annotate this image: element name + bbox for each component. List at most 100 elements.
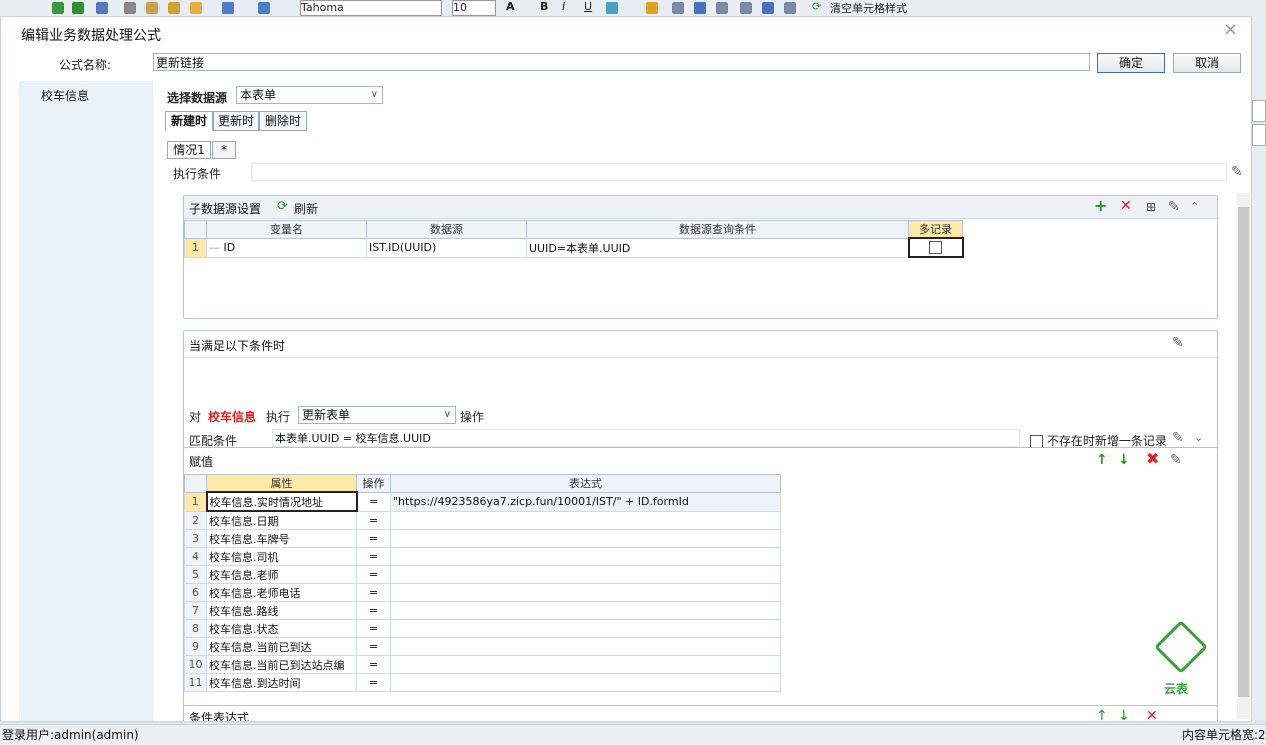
align-center-icon[interactable] xyxy=(694,2,706,14)
valign-icon[interactable] xyxy=(762,2,774,14)
table-row[interactable]: 6 校车信息.老师电话 = xyxy=(184,583,781,602)
edit-icon[interactable]: ✎ xyxy=(1231,165,1243,179)
ok-button[interactable]: 确定 xyxy=(1097,53,1165,73)
operator-cell[interactable]: = xyxy=(356,491,391,512)
table-row[interactable]: 4 校车信息.司机 = xyxy=(184,547,781,566)
attribute-cell[interactable]: 校车信息.状态 xyxy=(206,619,357,638)
expression-cell[interactable] xyxy=(390,565,781,584)
align-left-icon[interactable] xyxy=(672,2,684,14)
attribute-cell[interactable]: 校车信息.老师 xyxy=(206,565,357,584)
table-cell[interactable]: UUID=本表单.UUID xyxy=(526,237,909,258)
tab-on-update[interactable]: 更新时 xyxy=(213,111,259,131)
attribute-cell[interactable]: 校车信息.当前已到达站点编 xyxy=(206,655,357,674)
delete-icon[interactable]: ✕ xyxy=(1120,199,1132,213)
refresh-icon[interactable]: ⟳ xyxy=(277,200,288,214)
action-select[interactable]: 更新表单 ∨ xyxy=(298,406,456,424)
expression-cell[interactable] xyxy=(390,601,781,620)
table-row[interactable]: 1 — ID IST.ID(UUID) UUID=本表单.UUID xyxy=(184,237,964,258)
cancel-button[interactable]: 取消 xyxy=(1173,53,1241,73)
expression-cell[interactable] xyxy=(390,655,781,674)
paste-icon[interactable] xyxy=(168,2,180,14)
cut-icon[interactable] xyxy=(124,2,136,14)
operator-cell[interactable]: = xyxy=(356,637,391,656)
expression-cell[interactable] xyxy=(390,583,781,602)
multi-record-checkbox-cell[interactable] xyxy=(907,237,964,258)
delete-icon[interactable]: ✖ xyxy=(1146,451,1159,467)
operator-cell[interactable]: = xyxy=(356,619,391,638)
move-up-icon[interactable]: ↑ xyxy=(1096,709,1108,721)
tab-case-1[interactable]: 情况1 xyxy=(167,141,211,159)
table-row[interactable]: 1 校车信息.实时情况地址 = "https://4923586ya7.zicp.fu… xyxy=(184,491,781,512)
table-row[interactable]: 7 校车信息.路线 = xyxy=(184,601,781,620)
add-icon[interactable]: + xyxy=(1094,198,1107,214)
table-row[interactable]: 8 校车信息.状态 = xyxy=(184,619,781,638)
fill-color-icon[interactable] xyxy=(606,2,618,14)
insert-icon[interactable]: ⊞ xyxy=(1146,200,1156,214)
move-up-icon[interactable]: ↑ xyxy=(1096,453,1108,467)
attribute-cell[interactable]: 校车信息.日期 xyxy=(206,510,357,530)
edit-icon[interactable]: ✎ xyxy=(1168,200,1180,214)
expression-cell[interactable] xyxy=(390,510,781,530)
expression-cell[interactable] xyxy=(390,637,781,656)
expand-icon[interactable]: ⌄ xyxy=(1194,431,1203,445)
operator-cell[interactable]: = xyxy=(356,565,391,584)
expression-cell[interactable] xyxy=(390,619,781,638)
move-down-icon[interactable]: ↓ xyxy=(1118,453,1130,467)
format-painter-icon[interactable] xyxy=(190,2,202,14)
lock-icon[interactable] xyxy=(646,2,658,14)
attribute-cell[interactable]: 校车信息.车牌号 xyxy=(206,529,357,548)
clear-style-button[interactable]: 清空单元格样式 xyxy=(830,0,907,16)
expression-cell[interactable] xyxy=(390,547,781,566)
multi-record-checkbox[interactable] xyxy=(929,241,942,255)
edit-icon[interactable]: ✎ xyxy=(1172,336,1184,350)
expression-cell[interactable] xyxy=(390,673,781,692)
redo-icon[interactable] xyxy=(258,2,270,14)
operator-cell[interactable]: = xyxy=(356,547,391,566)
operator-cell[interactable]: = xyxy=(356,655,391,674)
italic-icon[interactable]: I xyxy=(562,0,565,13)
valign-icon[interactable] xyxy=(740,2,752,14)
copy-icon[interactable] xyxy=(146,2,158,14)
scrollbar-thumb[interactable] xyxy=(1238,207,1249,697)
refresh-button[interactable]: 刷新 xyxy=(294,200,318,217)
undo-icon[interactable] xyxy=(222,2,234,14)
move-down-icon[interactable]: ↓ xyxy=(1118,709,1130,721)
edit-icon[interactable]: ✎ xyxy=(1170,453,1182,467)
table-row[interactable]: 2 校车信息.日期 = xyxy=(184,510,781,530)
close-icon[interactable]: × xyxy=(1223,19,1238,40)
template-icon[interactable] xyxy=(52,2,64,14)
formula-name-input[interactable]: 更新链接 xyxy=(153,53,1090,71)
template-icon[interactable] xyxy=(72,2,84,14)
datasource-select[interactable]: 本表单 ∨ xyxy=(236,86,383,104)
tab-on-delete[interactable]: 删除时 xyxy=(259,111,307,131)
table-cell[interactable]: IST.ID(UUID) xyxy=(366,237,527,258)
edit-icon[interactable]: ✎ xyxy=(1172,431,1184,445)
font-size-select[interactable]: 10 xyxy=(452,0,496,16)
table-row[interactable]: 3 校车信息.车牌号 = xyxy=(184,529,781,548)
collapse-icon[interactable]: ⌃ xyxy=(1190,200,1199,214)
vertical-scrollbar[interactable] xyxy=(1237,193,1250,719)
tool-icon[interactable] xyxy=(96,2,108,14)
operator-cell[interactable]: = xyxy=(356,583,391,602)
table-row[interactable]: 10 校车信息.当前已到达站点编 = xyxy=(184,655,781,674)
attribute-cell[interactable]: 校车信息.老师电话 xyxy=(206,583,357,602)
table-row[interactable]: 9 校车信息.当前已到达 = xyxy=(184,637,781,656)
tab-on-create[interactable]: 新建时 xyxy=(165,111,213,131)
attribute-cell[interactable]: 校车信息.当前已到达 xyxy=(206,637,357,656)
attribute-cell[interactable]: 校车信息.路线 xyxy=(206,601,357,620)
sidebar-item-school-bus-info[interactable]: 校车信息 xyxy=(41,87,89,104)
match-condition-input[interactable]: 本表单.UUID = 校车信息.UUID xyxy=(272,429,1020,447)
expression-cell[interactable]: "https://4923586ya7.zicp.fun/10001/IST/"… xyxy=(390,491,781,512)
table-row[interactable]: 11 校车信息.到达时间 = xyxy=(184,673,781,692)
operator-cell[interactable]: = xyxy=(356,673,391,692)
font-color-icon[interactable]: A xyxy=(506,0,515,13)
align-right-icon[interactable] xyxy=(716,2,728,14)
refresh-icon[interactable]: ⟳ xyxy=(812,0,821,13)
exec-condition-input[interactable] xyxy=(251,163,1227,181)
attribute-cell[interactable]: 校车信息.到达时间 xyxy=(206,673,357,692)
tab-case-add[interactable]: * xyxy=(212,141,236,159)
attribute-cell[interactable]: 校车信息.实时情况地址 xyxy=(205,491,358,512)
valign-icon[interactable] xyxy=(784,2,796,14)
underline-icon[interactable]: U xyxy=(584,0,592,13)
bold-icon[interactable]: B xyxy=(540,0,548,13)
